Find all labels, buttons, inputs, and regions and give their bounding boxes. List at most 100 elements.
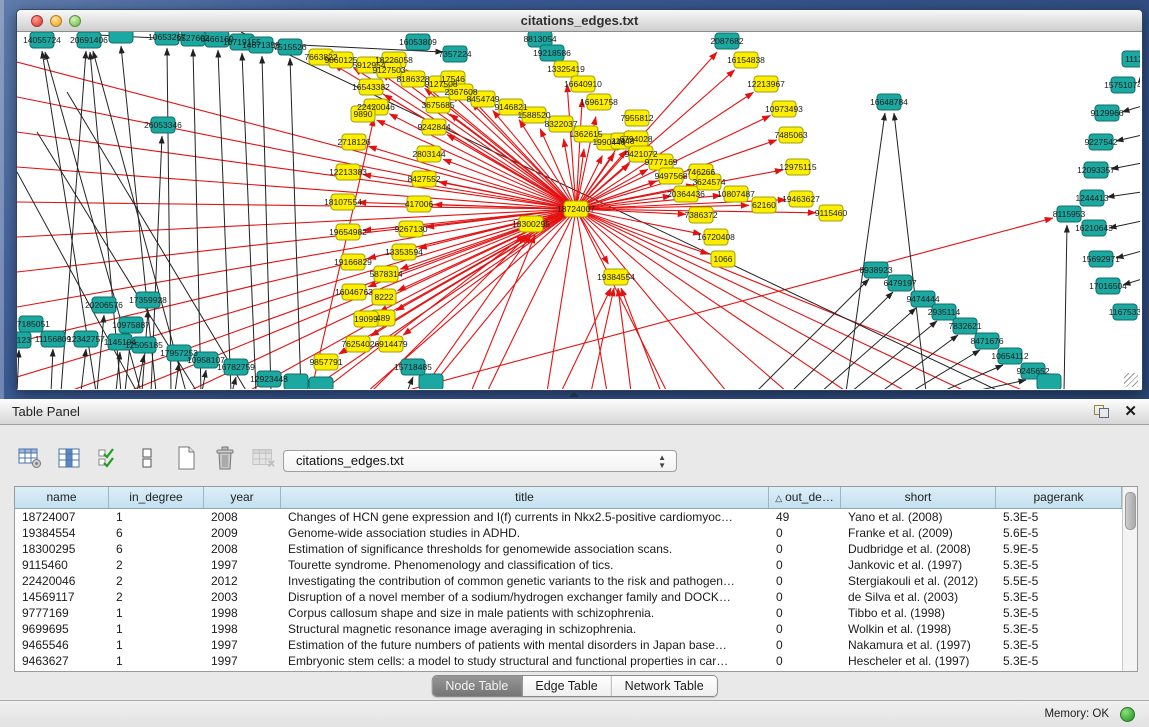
- table-cell: 0: [769, 573, 841, 589]
- table-row[interactable]: 969969511998Structural magnetic resonanc…: [15, 621, 1137, 637]
- column-header-title[interactable]: title: [281, 487, 769, 508]
- table-row[interactable]: 946362711997Embryonic stem cells: a mode…: [15, 653, 1137, 669]
- table-cell: 18300295: [15, 541, 109, 557]
- graph-node-label: 12213383: [329, 167, 367, 177]
- table-row[interactable]: 1830029562008Estimation of significance …: [15, 541, 1137, 557]
- table-cell: 14569117: [15, 589, 109, 605]
- table-row[interactable]: 977716911998Corpus callosum shape and si…: [15, 605, 1137, 621]
- tab-edge-table[interactable]: Edge Table: [522, 676, 611, 696]
- graph-node-label: 20206576: [85, 300, 123, 310]
- table-cell: 5.3E-5: [996, 557, 1122, 573]
- split-pane-divider[interactable]: [0, 389, 1149, 399]
- table-row[interactable]: 911546021997Tourette syndrome. Phenomeno…: [15, 557, 1137, 573]
- table-selector-value: citations_edges.txt: [296, 453, 404, 468]
- table-cell: Nakamura et al. (1997): [841, 637, 996, 653]
- memory-status-label: Memory: OK: [1044, 708, 1109, 720]
- graph-node-label: 8322037: [544, 119, 577, 129]
- network-window-titlebar[interactable]: citations_edges.txt: [17, 10, 1142, 32]
- column-header-short[interactable]: short: [841, 487, 996, 508]
- graph-node-label: 1112: [1125, 54, 1140, 64]
- graph-node-label: 20691406: [70, 35, 108, 45]
- graph-node-label: 16210643: [1075, 223, 1113, 233]
- column-header-name[interactable]: name: [15, 487, 109, 508]
- table-cell: Franke et al. (2009): [841, 525, 996, 541]
- table-cell: 6: [109, 541, 204, 557]
- new-document-icon[interactable]: [174, 446, 198, 470]
- column-header-pagerank[interactable]: pagerank: [996, 487, 1122, 508]
- select-all-icon[interactable]: [96, 446, 120, 470]
- show-column-icon[interactable]: [57, 446, 81, 470]
- table-header-row: namein_degreeyeartitle△out_de…shortpager…: [15, 487, 1137, 509]
- graph-node[interactable]: [419, 374, 443, 389]
- table-row[interactable]: 1872400712008Changes of HCN gene express…: [15, 509, 1137, 525]
- scrollbar-thumb[interactable]: [1125, 492, 1136, 530]
- graph-node-label: 15718485: [394, 362, 432, 372]
- table-cell: 2008: [204, 509, 281, 525]
- table-row[interactable]: 946554611997Estimation of the future num…: [15, 637, 1137, 653]
- table-row[interactable]: 1456911722003Disruption of a novel membe…: [15, 589, 1137, 605]
- graph-edge: [881, 335, 958, 389]
- graph-node-label: 19218586: [533, 48, 571, 58]
- graph-edge: [262, 56, 271, 389]
- tab-network-table[interactable]: Network Table: [612, 676, 717, 696]
- table-row[interactable]: 1938455462009Genome-wide association stu…: [15, 525, 1137, 541]
- graph-edge: [846, 113, 885, 389]
- graph-edge: [447, 135, 576, 209]
- graph-node[interactable]: [1037, 374, 1061, 389]
- table-cell: 5.9E-5: [996, 541, 1122, 557]
- close-icon[interactable]: ✕: [1124, 402, 1137, 422]
- graph-node-label: 12213967: [747, 79, 785, 89]
- column-header-in_degree[interactable]: in_degree: [109, 487, 204, 508]
- graph-edge: [1122, 106, 1140, 112]
- table-cell: Investigating the contribution of common…: [281, 573, 769, 589]
- graph-node-label: 489: [376, 313, 390, 323]
- unmerge-rows-icon[interactable]: [135, 446, 159, 470]
- tab-node-table[interactable]: Node Table: [432, 676, 522, 696]
- graph-node-label: 11156809: [35, 334, 72, 344]
- graph-node-label: 15692971: [1082, 254, 1120, 264]
- table-vertical-scrollbar[interactable]: [1122, 487, 1137, 671]
- graph-node-label: 8471676: [970, 336, 1003, 346]
- float-window-icon[interactable]: [1094, 405, 1109, 418]
- graph-edge: [202, 370, 206, 389]
- table-cell: 2: [109, 573, 204, 589]
- graph-node-label: 18300295: [512, 219, 550, 229]
- column-header-year[interactable]: year: [204, 487, 281, 508]
- graph-node-label: 5878314: [369, 269, 402, 279]
- table-cell: 19384554: [15, 525, 109, 541]
- graph-node-label: 7357224: [438, 49, 471, 59]
- window-resize-grip[interactable]: [1124, 373, 1138, 387]
- graph-node-label: 7625402: [341, 339, 374, 349]
- graph-node-label: 16046763: [335, 287, 373, 297]
- graph-edge: [193, 49, 201, 389]
- table-row[interactable]: 2242004622012Investigating the contribut…: [15, 573, 1137, 589]
- network-canvas[interactable]: 1405572420691406106532671527602646616010…: [17, 32, 1140, 389]
- column-header-out_de[interactable]: △out_de…: [769, 487, 841, 508]
- table-cell: Disruption of a novel member of a sodium…: [281, 589, 769, 605]
- graph-node-label: 2718126: [337, 137, 370, 147]
- graph-node-label: 6479197: [883, 278, 916, 288]
- table-cell: 6: [109, 525, 204, 541]
- delete-table-icon[interactable]: [213, 446, 237, 470]
- table-cell: 9115460: [15, 557, 109, 573]
- graph-edge: [576, 209, 787, 389]
- graph-node[interactable]: [109, 32, 133, 43]
- graph-edge: [1111, 163, 1140, 169]
- divider-collapse-icon[interactable]: [569, 392, 579, 397]
- table-cell: 2: [109, 589, 204, 605]
- table-cell: 2003: [204, 589, 281, 605]
- graph-edge: [17, 350, 19, 389]
- graph-node-label: 19099: [354, 314, 378, 324]
- application-window: citations_edges.txt 14055724206914061065…: [0, 0, 1149, 727]
- graph-node-label: 10973493: [765, 104, 803, 114]
- table-selector-dropdown[interactable]: citations_edges.txt ▲▼: [283, 450, 677, 472]
- graph-node[interactable]: [309, 377, 333, 389]
- table-cell: 5.3E-5: [996, 589, 1122, 605]
- graph-edge: [1107, 192, 1140, 197]
- graph-node-label: 14055724: [23, 35, 61, 45]
- graph-node-label: 9857791: [309, 357, 342, 367]
- table-settings-icon[interactable]: [18, 446, 42, 470]
- graph-node-label: 12923448: [250, 374, 288, 384]
- graph-node-label: 17016504: [1089, 281, 1127, 291]
- memory-status-icon[interactable]: [1120, 707, 1135, 722]
